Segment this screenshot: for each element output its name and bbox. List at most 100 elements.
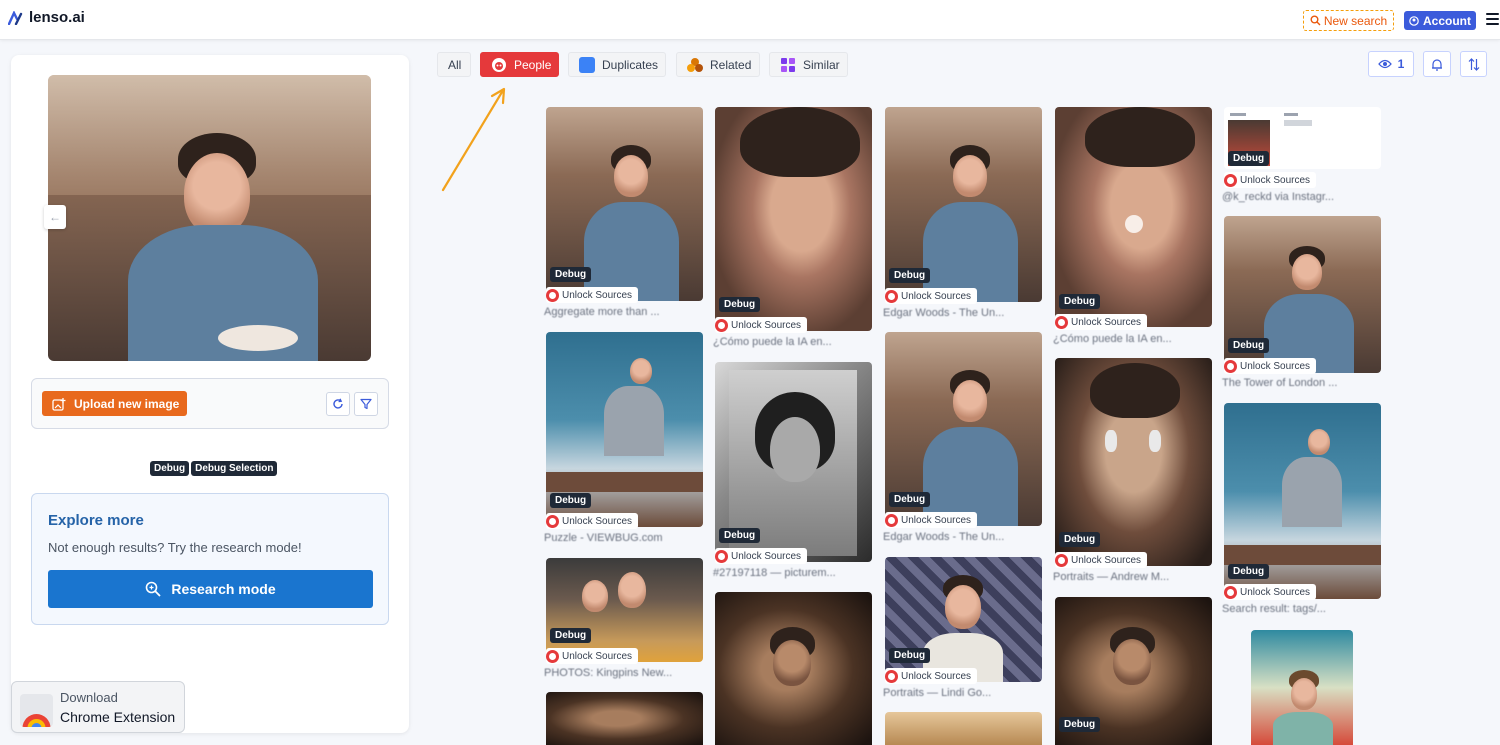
tab-people[interactable]: People <box>480 52 559 77</box>
result-caption: ¿Cómo puede la IA en... <box>1053 333 1172 345</box>
lenso-badge-icon <box>1224 359 1237 373</box>
result-card[interactable] <box>1251 630 1353 745</box>
unlock-sources[interactable]: Unlock Sources <box>1055 314 1148 330</box>
debug-selection-tag[interactable]: Debug Selection <box>191 461 278 476</box>
research-search-icon <box>146 581 161 597</box>
result-thumbnail[interactable] <box>715 592 872 745</box>
upload-new-image-button[interactable]: Upload new image <box>42 391 187 416</box>
refresh-icon <box>333 398 343 409</box>
result-card[interactable]: Debug Unlock Sources Search result: tags… <box>1222 403 1381 621</box>
upload-box: Upload new image <box>31 378 389 429</box>
lenso-badge-icon <box>715 318 728 332</box>
account-label: Account <box>1423 13 1471 28</box>
unlock-label: Unlock Sources <box>562 289 633 301</box>
debug-label: Debug <box>1228 151 1270 166</box>
result-thumbnail[interactable] <box>546 692 703 745</box>
result-card[interactable]: Debug Unlock Sources @k_reckd via Instag… <box>1222 107 1381 209</box>
result-card[interactable]: Debug Unlock Sources ¿Cómo puede la IA e… <box>1053 107 1212 347</box>
unlock-label: Unlock Sources <box>731 319 802 331</box>
unlock-label: Unlock Sources <box>1240 360 1311 372</box>
lenso-badge-icon <box>885 669 898 683</box>
views-button[interactable]: 1 <box>1368 51 1414 77</box>
annotation-arrow-icon <box>441 87 506 192</box>
result-card[interactable]: Debug Unlock Sources Edgar Woods - The U… <box>883 332 1042 552</box>
filter-icon <box>360 398 372 410</box>
result-card[interactable]: Debug Unlock Sources PHOTOS: Kingpins Ne… <box>544 558 703 683</box>
unlock-label: Unlock Sources <box>1071 316 1142 328</box>
tab-related-label: Related <box>710 57 752 72</box>
alert-button[interactable] <box>1423 51 1451 77</box>
unlock-sources[interactable]: Unlock Sources <box>546 287 639 303</box>
lenso-badge-icon <box>885 513 898 527</box>
duplicates-icon <box>579 56 595 73</box>
unlock-sources[interactable]: Unlock Sources <box>546 513 639 529</box>
lenso-badge-icon <box>1224 585 1237 599</box>
research-mode-button[interactable]: Research mode <box>48 570 373 608</box>
unlock-sources[interactable]: Unlock Sources <box>1224 584 1317 600</box>
unlock-sources[interactable]: Unlock Sources <box>885 288 978 304</box>
result-card[interactable]: Debug Unlock Sources Edgar Woods - The U… <box>883 107 1042 327</box>
result-card[interactable]: Debug Unlock Sources Portraits — Andrew … <box>1053 358 1212 588</box>
unlock-sources[interactable]: Unlock Sources <box>1055 552 1148 568</box>
unlock-sources[interactable]: Unlock Sources <box>715 548 808 564</box>
hamburger-menu-icon[interactable] <box>1486 13 1499 25</box>
unlock-sources[interactable]: Unlock Sources <box>1224 358 1317 374</box>
result-card[interactable] <box>885 712 1042 745</box>
tab-related[interactable]: Related <box>676 52 760 77</box>
result-caption: Portraits — Lindi Go... <box>883 687 992 699</box>
lenso-badge-icon <box>715 549 728 563</box>
result-card[interactable]: Debug Unlock Sources Puzzle - VIEWBUG.co… <box>544 332 703 552</box>
tab-all[interactable]: All <box>437 52 471 77</box>
debug-label: Debug <box>1059 532 1101 547</box>
unlock-sources[interactable]: Unlock Sources <box>546 648 639 664</box>
tab-similar[interactable]: Similar <box>769 52 848 77</box>
user-circle-icon <box>1409 15 1419 26</box>
unlock-sources[interactable]: Unlock Sources <box>1224 172 1317 188</box>
eye-icon <box>1377 59 1392 69</box>
result-caption: Edgar Woods - The Un... <box>883 307 1005 319</box>
unlock-label: Unlock Sources <box>731 550 802 562</box>
explore-more-box: Explore more Not enough results? Try the… <box>31 493 389 625</box>
new-search-button[interactable]: New search <box>1303 10 1394 31</box>
unlock-label: Unlock Sources <box>901 290 972 302</box>
debug-label: Debug <box>889 268 931 283</box>
ext-line2: Chrome Extension <box>60 709 176 725</box>
debug-label: Debug <box>719 297 761 312</box>
result-caption: The Tower of London ... <box>1222 377 1338 389</box>
result-card[interactable]: Debug Unlock Sources The Tower of London… <box>1222 216 1381 396</box>
result-thumbnail[interactable] <box>885 712 1042 745</box>
refresh-button[interactable] <box>326 392 350 416</box>
result-card[interactable] <box>715 592 872 745</box>
previous-image-arrow[interactable]: ← <box>44 205 66 229</box>
tab-duplicates-label: Duplicates <box>602 57 659 72</box>
sort-button[interactable] <box>1460 51 1487 77</box>
result-card[interactable]: Debug <box>1055 597 1212 745</box>
left-panel: ← Upload new image Debug Debug Selection… <box>11 55 409 733</box>
account-button[interactable]: Account <box>1404 11 1476 30</box>
bell-icon <box>1432 58 1442 71</box>
tab-duplicates[interactable]: Duplicates <box>568 52 666 77</box>
chrome-extension-banner[interactable]: Download Chrome Extension <box>11 681 185 733</box>
logo[interactable]: lenso.ai <box>8 9 85 26</box>
result-thumbnail[interactable] <box>885 557 1042 682</box>
result-card[interactable] <box>546 692 703 745</box>
query-image <box>48 75 371 361</box>
result-card[interactable]: Debug Unlock Sources Aggregate more than… <box>544 107 703 327</box>
result-card[interactable]: Debug Unlock Sources Portraits — Lindi G… <box>883 557 1042 702</box>
result-thumbnail[interactable] <box>546 558 703 662</box>
lenso-logo-icon <box>8 10 23 25</box>
result-card[interactable]: Debug Unlock Sources ¿Cómo puede la IA e… <box>713 107 872 352</box>
unlock-sources[interactable]: Unlock Sources <box>885 668 978 684</box>
unlock-sources[interactable]: Unlock Sources <box>885 512 978 528</box>
lenso-badge-icon <box>1055 315 1068 329</box>
unlock-sources[interactable]: Unlock Sources <box>715 317 808 333</box>
unlock-label: Unlock Sources <box>1071 554 1142 566</box>
debug-label: Debug <box>889 648 931 663</box>
filter-button[interactable] <box>354 392 378 416</box>
result-thumbnail[interactable] <box>1251 630 1353 745</box>
result-card[interactable]: Debug Unlock Sources #27197118 — picture… <box>713 362 872 582</box>
chrome-icon <box>20 694 53 727</box>
new-search-label: New search <box>1323 13 1388 28</box>
lenso-badge-icon <box>546 649 559 663</box>
debug-tag[interactable]: Debug <box>150 461 190 476</box>
